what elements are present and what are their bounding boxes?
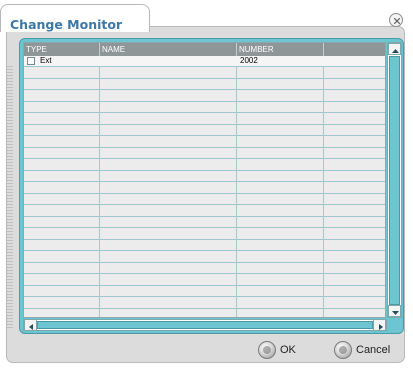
scroll-down-icon xyxy=(392,311,399,315)
table-row[interactable] xyxy=(24,125,385,136)
vertical-scroll-thumb[interactable] xyxy=(389,56,400,305)
cancel-button[interactable]: Cancel xyxy=(334,340,394,360)
cell-number: 2002 xyxy=(240,56,258,65)
vertical-scrollbar[interactable] xyxy=(387,42,402,318)
table-row[interactable] xyxy=(24,171,385,182)
table-header: TYPE NAME NUMBER xyxy=(24,43,385,56)
dialog-title: Change Monitor xyxy=(10,17,123,32)
table-row[interactable] xyxy=(24,217,385,228)
cancel-label: Cancel xyxy=(356,344,391,356)
column-header-name[interactable]: NAME xyxy=(100,43,237,56)
scroll-right-button[interactable] xyxy=(373,319,386,331)
ok-button[interactable]: OK xyxy=(258,340,308,360)
horizontal-scroll-thumb[interactable] xyxy=(37,321,373,329)
table-row[interactable] xyxy=(24,136,385,148)
table-row[interactable] xyxy=(24,67,385,79)
scroll-down-button[interactable] xyxy=(388,305,401,317)
table-row[interactable] xyxy=(24,297,385,309)
ok-label: OK xyxy=(280,344,296,356)
left-resize-grip[interactable] xyxy=(6,66,13,328)
scroll-left-button[interactable] xyxy=(24,319,37,331)
checkbox-icon[interactable] xyxy=(27,57,35,65)
scroll-right-icon xyxy=(379,324,383,330)
close-icon[interactable] xyxy=(389,13,403,27)
column-divider xyxy=(236,56,237,317)
column-divider xyxy=(99,56,100,317)
cancel-icon xyxy=(334,341,352,359)
title-tab: Change Monitor xyxy=(0,4,150,32)
table-row[interactable] xyxy=(24,263,385,274)
table-row[interactable] xyxy=(24,182,385,194)
table-row[interactable] xyxy=(24,274,385,286)
table-row[interactable] xyxy=(24,251,385,263)
table-row[interactable] xyxy=(24,102,385,113)
table-row[interactable] xyxy=(24,148,385,159)
table-row[interactable] xyxy=(24,113,385,125)
table-row[interactable] xyxy=(24,90,385,102)
table-row[interactable] xyxy=(24,205,385,217)
table-row[interactable] xyxy=(24,159,385,171)
scroll-up-button[interactable] xyxy=(388,43,401,55)
column-header-extra[interactable] xyxy=(324,43,385,56)
table-row[interactable] xyxy=(24,309,385,318)
ok-icon xyxy=(258,341,276,359)
monitor-table: TYPE NAME NUMBER Ext 2002 xyxy=(23,42,386,318)
column-header-type[interactable]: TYPE xyxy=(24,43,100,56)
table-row[interactable]: Ext 2002 xyxy=(24,56,385,67)
table-row[interactable] xyxy=(24,79,385,90)
table-row[interactable] xyxy=(24,194,385,205)
horizontal-scrollbar[interactable] xyxy=(23,319,387,331)
table-row[interactable] xyxy=(24,286,385,297)
change-monitor-dialog: Change Monitor TYPE NAME NUMBER Ext 2002 xyxy=(0,0,413,368)
column-divider xyxy=(323,56,324,317)
table-row[interactable] xyxy=(24,228,385,240)
table-row[interactable] xyxy=(24,240,385,251)
cell-type: Ext xyxy=(40,56,52,65)
